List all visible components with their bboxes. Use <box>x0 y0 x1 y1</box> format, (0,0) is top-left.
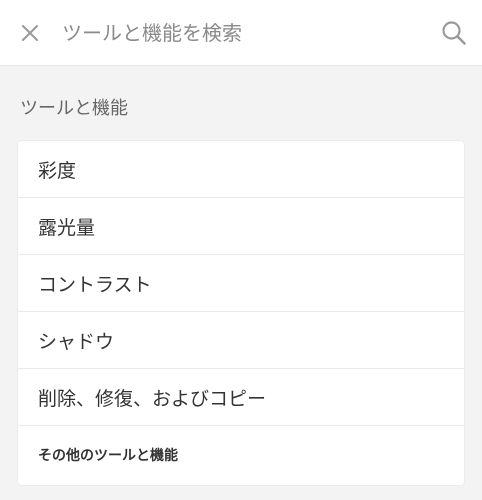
search-bar <box>0 0 482 66</box>
list-item-remove-heal-clone[interactable]: 削除、修復、およびコピー <box>18 369 464 426</box>
search-input[interactable] <box>60 0 426 66</box>
search-button[interactable] <box>426 0 482 66</box>
section-title: ツールと機能 <box>20 98 128 119</box>
more-tools-link[interactable]: その他のツールと機能 <box>18 426 464 483</box>
list-item-shadows[interactable]: シャドウ <box>18 312 464 369</box>
list-item-contrast[interactable]: コントラスト <box>18 255 464 312</box>
tools-list: 彩度 露光量 コントラスト シャドウ 削除、修復、およびコピー その他のツールと… <box>18 141 464 485</box>
search-icon <box>442 20 466 45</box>
close-button[interactable] <box>0 0 60 66</box>
list-item-exposure[interactable]: 露光量 <box>18 198 464 255</box>
close-icon <box>22 24 38 41</box>
list-item-saturation[interactable]: 彩度 <box>18 141 464 198</box>
